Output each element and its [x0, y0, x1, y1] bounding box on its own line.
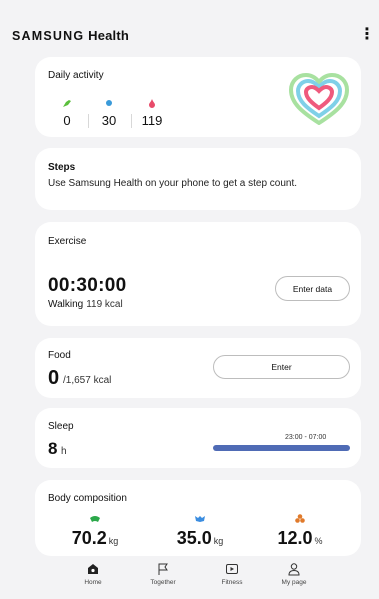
calorie-flame-icon	[139, 99, 165, 109]
sleep-value: 8	[48, 439, 58, 458]
steps-shoe-icon	[55, 99, 79, 109]
bottom-navigation: Home Together Fitness My page	[0, 556, 379, 599]
activity-rings-heart-icon	[288, 72, 350, 126]
exercise-duration: 00:30:00	[48, 275, 127, 296]
food-title: Food	[48, 350, 71, 361]
exercise-kcal: 119 kcal	[86, 299, 123, 310]
body-composition-title: Body composition	[48, 493, 127, 504]
daily-activity-card[interactable]: Daily activity 0 30 119	[35, 57, 361, 137]
active-time-dot-icon	[97, 99, 121, 109]
weight-stat: 70.2 kg	[55, 510, 135, 549]
steps-value: 0	[63, 113, 71, 128]
food-card[interactable]: Food 0 /1,657 kcal Enter	[35, 338, 361, 398]
active-time-stat: 30	[97, 99, 121, 128]
muscle-unit: kg	[213, 536, 224, 546]
body-fat-unit: %	[314, 536, 323, 546]
sleep-card[interactable]: Sleep 8 h 23:00 - 07:00	[35, 408, 361, 468]
nav-together-label: Together	[150, 579, 176, 586]
food-target: /1,657 kcal	[63, 375, 112, 386]
nav-together[interactable]: Together	[133, 562, 193, 586]
weight-value-wrap: 70.2 kg	[72, 528, 119, 549]
exercise-card[interactable]: Exercise 00:30:00 Walking 119 kcal Enter …	[35, 222, 361, 326]
body-fat-icon	[260, 510, 340, 523]
sleep-time-range: 23:00 - 07:00	[285, 434, 327, 441]
muscle-icon	[160, 510, 240, 522]
brand-health: Health	[88, 28, 130, 43]
brand-samsung: SAMSUNG	[12, 29, 85, 43]
exercise-activity: Walking	[48, 299, 84, 310]
weight-value: 70.2	[71, 528, 107, 548]
more-vert-icon[interactable]: ⋮	[359, 26, 375, 46]
body-fat-stat: 12.0%	[260, 510, 340, 549]
calories-stat: 119	[139, 99, 165, 128]
muscle-value: 35.0	[176, 528, 212, 548]
sleep-title: Sleep	[48, 421, 74, 432]
food-value: 0	[48, 367, 60, 389]
body-fat-value-wrap: 12.0%	[277, 528, 322, 549]
steps-stat: 0	[55, 99, 79, 128]
steps-description: Use Samsung Health on your phone to get …	[48, 178, 298, 189]
active-time-value: 30	[101, 113, 117, 128]
muscle-value-wrap: 35.0 kg	[177, 528, 224, 549]
food-enter-button[interactable]: Enter	[213, 355, 350, 379]
nav-my-page-label: My page	[281, 579, 307, 586]
exercise-summary: Walking 119 kcal	[48, 299, 123, 310]
nav-home[interactable]: Home	[63, 562, 123, 586]
steps-title: Steps	[48, 162, 76, 173]
home-icon	[88, 564, 98, 574]
body-fat-value: 12.0	[277, 528, 313, 548]
nav-my-page[interactable]: My page	[264, 562, 324, 586]
weight-icon	[55, 510, 135, 522]
nav-fitness-label: Fitness	[221, 579, 243, 586]
weight-unit: kg	[108, 536, 119, 546]
app-bar: SAMSUNG Health ⋮	[0, 0, 379, 56]
nav-fitness[interactable]: Fitness	[202, 562, 262, 586]
calories-value: 119	[141, 113, 163, 128]
enter-data-button[interactable]: Enter data	[275, 276, 350, 301]
body-composition-card[interactable]: Body composition 70.2 kg 35.0 kg 12.0%	[35, 480, 361, 556]
fitness-play-icon	[226, 564, 238, 574]
steps-card[interactable]: Steps Use Samsung Health on your phone t…	[35, 148, 361, 210]
sleep-bar	[213, 445, 350, 451]
daily-activity-title: Daily activity	[48, 70, 104, 81]
stat-divider	[131, 114, 132, 128]
exercise-title: Exercise	[48, 236, 87, 247]
muscle-stat: 35.0 kg	[160, 510, 240, 549]
nav-home-label: Home	[84, 579, 102, 586]
person-icon	[288, 563, 300, 576]
stat-divider	[88, 114, 89, 128]
app-title: SAMSUNG Health	[12, 28, 129, 43]
flag-icon	[158, 563, 168, 575]
sleep-unit: h	[61, 446, 67, 457]
